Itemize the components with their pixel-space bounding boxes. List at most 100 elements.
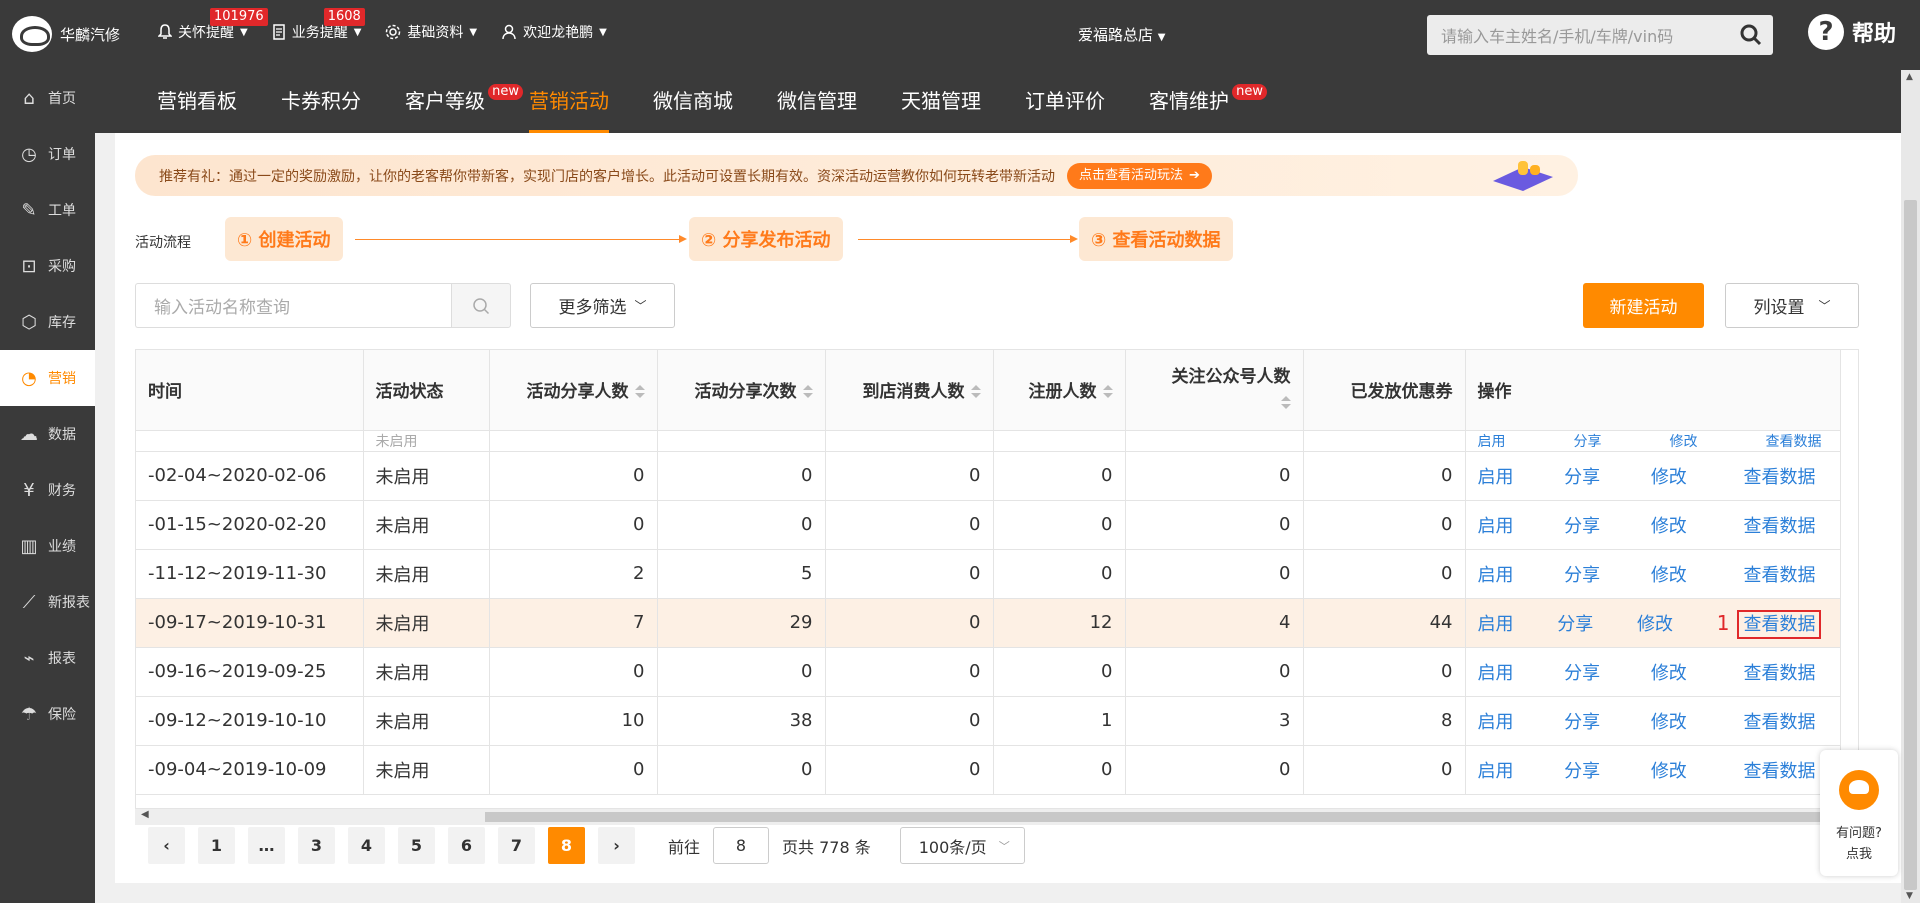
page-vertical-scrollbar[interactable]: ▲ ▼ — [1901, 70, 1920, 903]
edit-link[interactable]: 修改 — [1651, 512, 1687, 538]
tab-wechat-mall[interactable]: 微信商城 — [653, 70, 733, 133]
page-button[interactable]: 3 — [298, 827, 335, 864]
new-activity-button[interactable]: 新建活动 — [1583, 283, 1704, 328]
user-menu[interactable]: 欢迎龙艳鹏 ▼ — [501, 22, 607, 42]
col-followers[interactable]: 关注公众号人数 — [1125, 350, 1304, 431]
enable-link[interactable]: 启用 — [1478, 512, 1514, 538]
share-link[interactable]: 分享 — [1564, 659, 1600, 685]
col-share-people[interactable]: 活动分享人数 — [489, 350, 658, 431]
view-data-link[interactable]: 查看数据 — [1737, 655, 1821, 689]
col-registrations[interactable]: 注册人数 — [993, 350, 1126, 431]
enable-link[interactable]: 启用 — [1478, 431, 1506, 451]
help-button[interactable]: ? 帮助 — [1808, 14, 1896, 50]
next-page-button[interactable]: › — [598, 827, 635, 864]
view-data-link[interactable]: 查看数据 — [1766, 431, 1822, 451]
share-link[interactable]: 分享 — [1564, 708, 1600, 734]
tab-tmall-management[interactable]: 天猫管理 — [901, 70, 981, 133]
enable-link[interactable]: 启用 — [1478, 659, 1514, 685]
sidebar-item-home[interactable]: ⌂ 首页 — [0, 70, 95, 126]
floating-help-widget[interactable]: 有问题? 点我 — [1820, 750, 1898, 876]
share-link[interactable]: 分享 — [1564, 512, 1600, 538]
sidebar-item-insurance[interactable]: ☂ 保险 — [0, 686, 95, 742]
sidebar-item-inventory[interactable]: ⬡ 库存 — [0, 294, 95, 350]
page-button[interactable]: 6 — [448, 827, 485, 864]
scroll-left-icon[interactable]: ◀ — [141, 809, 149, 820]
col-share-times[interactable]: 活动分享次数 — [657, 350, 826, 431]
share-link[interactable]: 分享 — [1564, 463, 1600, 489]
scrollbar-thumb[interactable] — [1904, 200, 1917, 890]
view-data-link[interactable]: 查看数据 — [1737, 704, 1821, 738]
sidebar-item-finance[interactable]: ¥ 财务 — [0, 462, 95, 518]
tab-marketing-dashboard[interactable]: 营销看板 — [157, 70, 237, 133]
table-horizontal-scrollbar[interactable]: ◀ — [135, 809, 1859, 825]
view-data-link[interactable]: 查看数据 — [1737, 508, 1821, 542]
sort-icon[interactable] — [1102, 385, 1113, 399]
prev-page-button[interactable]: ‹ — [148, 827, 185, 864]
page-button[interactable]: 4 — [348, 827, 385, 864]
share-link[interactable]: 分享 — [1574, 431, 1602, 451]
share-link[interactable]: 分享 — [1557, 610, 1593, 636]
scrollbar-thumb[interactable] — [485, 812, 1855, 822]
tab-marketing-activities[interactable]: 营销活动 — [529, 70, 609, 133]
sidebar-item-performance[interactable]: ▥ 业绩 — [0, 518, 95, 574]
view-data-link[interactable]: 查看数据 — [1737, 557, 1821, 591]
page-button-current[interactable]: 8 — [548, 827, 585, 864]
enable-link[interactable]: 启用 — [1478, 708, 1514, 734]
edit-link[interactable]: 修改 — [1670, 431, 1698, 451]
share-link[interactable]: 分享 — [1564, 757, 1600, 783]
search-icon[interactable] — [1739, 23, 1763, 47]
enable-link[interactable]: 启用 — [1478, 463, 1514, 489]
cell-visit: 0 — [825, 451, 994, 501]
annotation-marker: 1 — [1716, 610, 1730, 635]
sidebar-item-report[interactable]: ⌁ 报表 — [0, 630, 95, 686]
scroll-down-icon[interactable]: ▼ — [1906, 891, 1913, 901]
tab-coupons-points[interactable]: 卡券积分 — [281, 70, 361, 133]
enable-link[interactable]: 启用 — [1478, 561, 1514, 587]
store-selector[interactable]: 爱福路总店 ▼ — [1078, 24, 1166, 45]
tab-customer-level[interactable]: 客户等级 new — [405, 70, 523, 133]
enable-link[interactable]: 启用 — [1478, 757, 1514, 783]
page-button[interactable]: 1 — [198, 827, 235, 864]
share-link[interactable]: 分享 — [1564, 561, 1600, 587]
care-reminder-menu[interactable]: 关怀提醒 ▼ 101976 — [158, 8, 268, 42]
view-activity-guide-button[interactable]: 点击查看活动玩法 ➔ — [1067, 162, 1212, 189]
column-settings-button[interactable]: 列设置 ﹀ — [1725, 283, 1859, 328]
tab-customer-care[interactable]: 客情维护 new — [1149, 70, 1267, 133]
sidebar-item-workorders[interactable]: ✎ 工单 — [0, 182, 95, 238]
view-data-link[interactable]: 查看数据 — [1737, 459, 1821, 493]
global-search-input[interactable]: 请输入车主姓名/手机/车牌/vin码 — [1427, 15, 1773, 55]
edit-link[interactable]: 修改 — [1651, 463, 1687, 489]
edit-link[interactable]: 修改 — [1651, 561, 1687, 587]
basic-data-menu[interactable]: 基础资料 ▼ — [385, 22, 477, 42]
page-button[interactable]: 7 — [498, 827, 535, 864]
tab-wechat-management[interactable]: 微信管理 — [777, 70, 857, 133]
brand-logo[interactable]: 华麟汽修 — [12, 16, 120, 52]
goto-page-input[interactable]: 8 — [713, 827, 770, 864]
activity-search-input[interactable]: 输入活动名称查询 — [135, 283, 451, 328]
more-filters-button[interactable]: 更多筛选 ﹀ — [530, 283, 675, 328]
enable-link[interactable]: 启用 — [1478, 610, 1514, 636]
view-data-link[interactable]: 查看数据 — [1737, 609, 1822, 639]
edit-link[interactable]: 修改 — [1651, 659, 1687, 685]
activity-search-button[interactable] — [451, 283, 511, 328]
page-ellipsis[interactable]: … — [248, 827, 285, 864]
sort-icon[interactable] — [802, 385, 813, 399]
col-store-visits[interactable]: 到店消费人数 — [825, 350, 994, 431]
sidebar-item-data[interactable]: ☁ 数据 — [0, 406, 95, 462]
sidebar-item-purchase[interactable]: ⊡ 采购 — [0, 238, 95, 294]
tab-order-review[interactable]: 订单评价 — [1025, 70, 1105, 133]
edit-link[interactable]: 修改 — [1637, 610, 1673, 636]
page-size-select[interactable]: 100条/页 ﹀ — [899, 827, 1025, 864]
scroll-up-icon[interactable]: ▲ — [1906, 72, 1913, 82]
edit-link[interactable]: 修改 — [1651, 757, 1687, 783]
sort-icon[interactable] — [634, 385, 645, 399]
sort-icon[interactable] — [1280, 395, 1291, 410]
sidebar-item-marketing[interactable]: ◔ 营销 — [0, 350, 95, 406]
view-data-link[interactable]: 查看数据 — [1737, 753, 1821, 787]
sort-icon[interactable] — [970, 385, 981, 399]
sidebar-item-orders[interactable]: ◷ 订单 — [0, 126, 95, 182]
sidebar-item-new-report[interactable]: ⟋ 新报表 — [0, 574, 95, 630]
edit-link[interactable]: 修改 — [1651, 708, 1687, 734]
page-button[interactable]: 5 — [398, 827, 435, 864]
business-reminder-menu[interactable]: 业务提醒 ▼ 1608 — [272, 8, 365, 42]
